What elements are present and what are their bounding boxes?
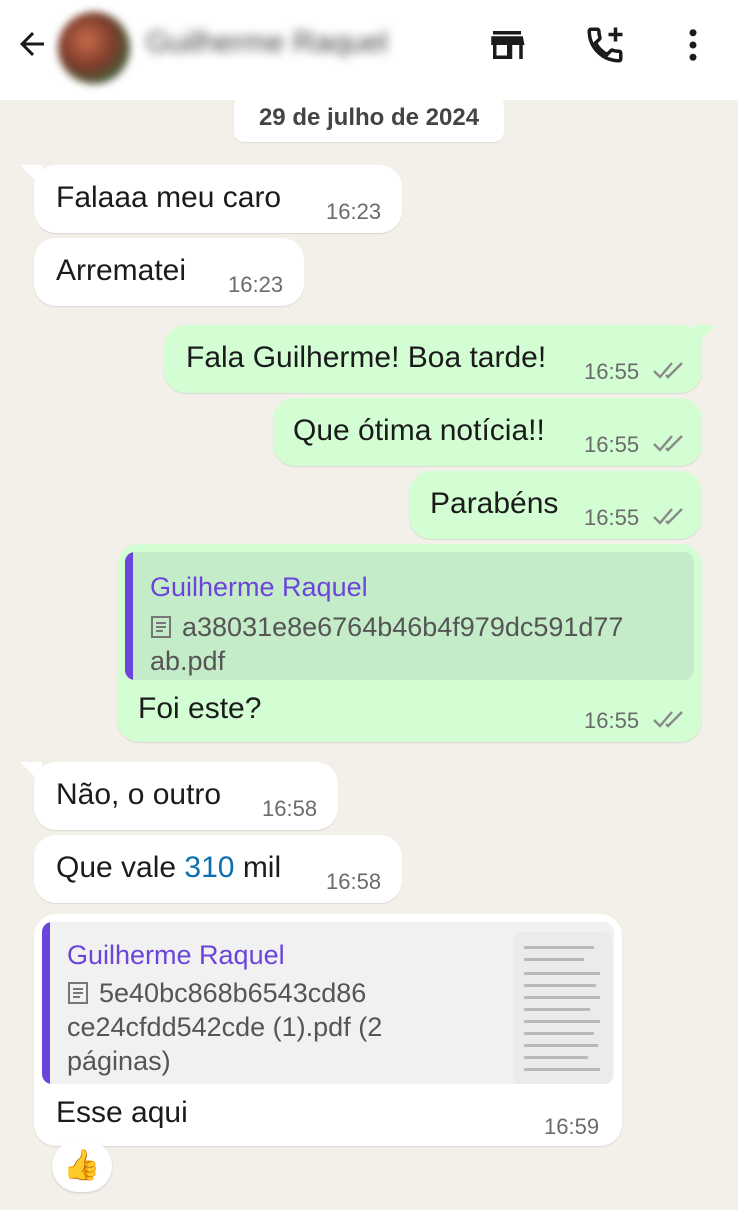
message-outgoing[interactable]: Parabéns 16:55 [409,471,702,539]
message-time: 16:59 [544,1114,600,1139]
message-outgoing-reply[interactable]: Guilherme Raquel a38031e8e6764b46b4f979d… [117,544,702,742]
thumbnail-text-line [524,1032,594,1035]
document-thumbnail[interactable] [514,932,612,1084]
message-text: Esse aqui [56,1096,188,1129]
bubble-tail [694,325,716,347]
thumbnail-text-line [524,946,594,949]
message-text: Foi este? [138,692,262,725]
message-time: 16:55 [584,708,640,733]
quote-author: Guilherme Raquel [150,572,368,602]
quote-file-name: 5e40bc868b6543cd86 ce24cfdd542cde (1).pd… [67,976,382,1078]
quote-file-name: a38031e8e6764b46b4f979dc591d77 ab.pdf [150,610,623,678]
message-incoming-reply[interactable]: Guilherme Raquel 5e40bc868b6543cd86 ce24… [34,914,622,1146]
quote-file-line: ce24cfdd542cde (1).pdf (2 [67,1012,383,1042]
double-check-icon [653,711,683,728]
message-time: 16:55 [584,432,640,457]
message-text: Falaaa meu caro [56,181,282,214]
bubble-tail [20,165,42,187]
thumbnail-text-line [524,1056,588,1059]
more-vert-icon[interactable] [672,24,714,66]
add-call-icon[interactable] [584,24,626,66]
message-time: 16:58 [262,796,318,821]
thumbnail-text-line [524,1008,590,1011]
thumbnail-text-line [524,958,584,961]
message-text: Parabéns [430,487,559,520]
document-icon [68,982,88,1004]
message-text: Fala Guilherme! Boa tarde! [186,341,547,374]
avatar[interactable] [58,12,130,84]
quote-accent-bar [42,922,50,1084]
double-check-icon [653,435,683,452]
message-time: 16:23 [326,199,382,224]
thumbs-up-reaction[interactable]: 👍 [52,1140,112,1192]
thumbnail-text-line [524,1068,600,1071]
message-text: Que ótima notícia!! [293,414,545,447]
date-divider: 29 de julho de 2024 [234,96,504,142]
message-outgoing[interactable]: Fala Guilherme! Boa tarde! 16:55 [164,325,716,393]
back-arrow-icon[interactable] [14,26,50,62]
double-check-icon [653,362,683,379]
message-time: 16:55 [584,505,640,530]
thumbnail-text-line [524,1020,600,1023]
message-outgoing[interactable]: Que ótima notícia!! 16:55 [273,398,702,466]
store-icon[interactable] [486,24,528,66]
message-incoming[interactable]: Que vale 310 mil 16:58 [34,835,402,903]
double-check-icon [653,508,683,525]
thumbnail-text-line [524,1044,598,1047]
quote-file-line: páginas) [67,1046,171,1076]
quoted-document[interactable]: Guilherme Raquel a38031e8e6764b46b4f979d… [125,552,694,680]
contact-name[interactable]: Guilherme Raquel [146,26,388,60]
message-incoming[interactable]: Arrematei 16:23 [34,238,304,306]
quote-file-line: a38031e8e6764b46b4f979dc591d77 [182,612,624,642]
quote-file-line: 5e40bc868b6543cd86 [99,978,367,1008]
detected-number-link[interactable]: 310 [184,851,234,884]
message-time: 16:23 [228,272,284,297]
message-time: 16:55 [584,359,640,384]
thumbnail-text-line [524,972,600,975]
message-time: 16:58 [326,869,382,894]
document-icon [151,616,171,638]
message-text-part: mil [234,851,282,884]
quote-file-line: ab.pdf [150,646,226,676]
message-text-part: Que vale [56,851,185,884]
quoted-document[interactable]: Guilherme Raquel 5e40bc868b6543cd86 ce24… [42,922,614,1084]
quote-accent-bar [125,552,133,680]
chat-header: Guilherme Raquel [0,0,738,100]
message-incoming[interactable]: Não, o outro 16:58 [20,762,338,830]
message-text: Não, o outro [56,778,222,811]
message-incoming[interactable]: Falaaa meu caro 16:23 [20,165,402,233]
quote-author: Guilherme Raquel [67,940,285,970]
message-text: Que vale 310 mil [56,851,281,885]
thumbnail-text-line [524,996,600,999]
thumbnail-text-line [524,984,596,987]
message-text: Arrematei [56,254,187,287]
bubble-tail [20,762,42,784]
